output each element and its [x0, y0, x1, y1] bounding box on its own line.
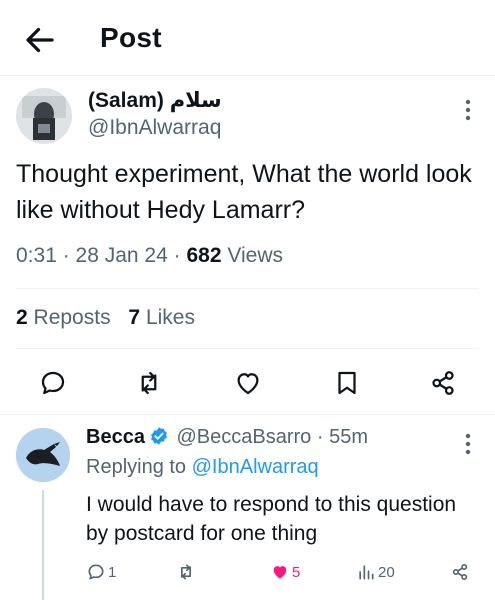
divider: [16, 288, 479, 289]
reply-icon[interactable]: [38, 368, 68, 398]
reply-views-button[interactable]: 20: [356, 558, 395, 586]
section-divider: [0, 414, 495, 415]
views-label: Views: [227, 244, 283, 267]
divider: [16, 348, 479, 349]
reply-icon: [88, 564, 104, 580]
heart-icon[interactable]: [233, 368, 263, 398]
reply-share-button[interactable]: [450, 558, 470, 586]
meta-separator: ·: [167, 244, 187, 267]
reply-like-button[interactable]: 5: [270, 558, 300, 586]
views-count: 682: [186, 244, 222, 267]
tweet-meta: 0:31 · 28 Jan 24 · 682 Views: [16, 244, 283, 268]
more-options-icon[interactable]: [456, 96, 480, 124]
author-avatar[interactable]: [16, 88, 72, 144]
bookmark-icon[interactable]: [332, 368, 362, 398]
likes-count: 7: [128, 306, 141, 329]
reposts-label: Reposts: [33, 306, 111, 329]
reply-action-bar: 1 5 20: [86, 558, 486, 586]
reposts-count: 2: [16, 306, 28, 329]
heart-filled-icon: [273, 566, 287, 579]
meta-separator: ·: [56, 244, 76, 267]
likes-stat[interactable]: 7 Likes: [128, 306, 195, 330]
more-options-icon[interactable]: [456, 430, 480, 458]
reply-like-count: 5: [292, 563, 301, 581]
replying-prefix: Replying to: [86, 456, 187, 478]
tweet-date[interactable]: 28 Jan 24: [76, 244, 168, 267]
tweet-action-bar: [0, 362, 495, 402]
verified-badge-icon: [149, 426, 169, 446]
reposts-stat[interactable]: 2 Reposts: [16, 306, 111, 330]
reply-header: Becca @BeccaBsarro · 55m: [86, 426, 368, 449]
reply-text: I would have to respond to this question…: [86, 493, 457, 545]
tweet-text: Thought experiment, What the world look …: [16, 160, 472, 224]
views-icon: [359, 565, 374, 580]
reply-time[interactable]: 55m: [329, 426, 368, 448]
tweet-time[interactable]: 0:31: [16, 244, 57, 267]
replying-to: Replying to @IbnAlwarraq: [86, 456, 319, 479]
repost-icon[interactable]: [134, 368, 164, 398]
replying-handle-link[interactable]: @IbnAlwarraq: [192, 456, 319, 478]
page-title: Post: [100, 22, 162, 53]
likes-label: Likes: [145, 306, 195, 329]
reply-reply-count: 1: [108, 563, 117, 581]
share-icon: [452, 564, 468, 580]
reply-repost-button[interactable]: [176, 558, 196, 586]
reply-avatar[interactable]: [16, 428, 70, 482]
back-arrow-icon[interactable]: [22, 22, 58, 58]
reply-view-count: 20: [378, 563, 395, 581]
reply-author-handle[interactable]: @BeccaBsarro: [177, 426, 312, 448]
reply-author-name[interactable]: Becca: [86, 426, 145, 448]
share-icon[interactable]: [428, 368, 458, 398]
reply-reply-button[interactable]: 1: [86, 558, 116, 586]
repost-icon: [181, 564, 191, 580]
reply-meta-separator: ·: [311, 426, 330, 448]
top-bar: Post: [0, 0, 495, 76]
author-name[interactable]: (Salam) سلام: [88, 88, 222, 113]
author-handle[interactable]: @IbnAlwarraq: [88, 116, 221, 140]
engagement-stats: 2 Reposts 7 Likes: [16, 306, 207, 330]
thread-line: [42, 490, 44, 600]
